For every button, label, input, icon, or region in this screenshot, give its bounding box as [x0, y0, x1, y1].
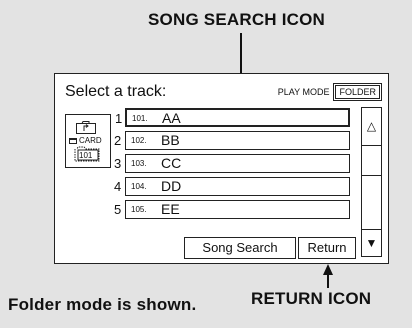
return-button[interactable]: Return — [298, 237, 356, 259]
return-leader-line — [327, 274, 329, 288]
scrollbar[interactable]: △ ▼ — [361, 107, 382, 257]
track-select-screen: Select a track: PLAY MODE FOLDER CARD 10… — [54, 73, 389, 264]
play-mode-label: PLAY MODE — [277, 87, 330, 97]
up-folder-icon[interactable] — [76, 121, 96, 134]
card-icon — [69, 137, 77, 144]
track-row[interactable]: 3 103. CC — [114, 154, 350, 173]
track-row[interactable]: 4 104. DD — [114, 177, 350, 196]
scroll-down-icon[interactable]: ▼ — [362, 229, 381, 256]
song-search-button[interactable]: Song Search — [184, 237, 296, 259]
screen-title: Select a track: — [65, 83, 167, 100]
play-mode-folder-button[interactable]: FOLDER — [333, 83, 382, 101]
play-mode-indicator: PLAY MODE FOLDER — [278, 83, 382, 101]
source-panel[interactable]: CARD 101 — [65, 114, 111, 168]
folder-number: 101 — [79, 151, 93, 160]
scroll-up-icon[interactable]: △ — [362, 108, 381, 146]
folder-101-icon[interactable]: 101 — [74, 146, 100, 162]
song-search-callout: SONG SEARCH ICON — [148, 10, 325, 29]
track-row[interactable]: 2 102. BB — [114, 131, 350, 150]
caption: Folder mode is shown. — [8, 295, 197, 314]
return-callout: RETURN ICON — [251, 289, 372, 308]
track-row[interactable]: 1 101. AA — [115, 108, 350, 127]
track-row[interactable]: 5 105. EE — [114, 200, 350, 219]
card-source: CARD — [69, 136, 102, 145]
scroll-thumb[interactable] — [362, 145, 381, 176]
